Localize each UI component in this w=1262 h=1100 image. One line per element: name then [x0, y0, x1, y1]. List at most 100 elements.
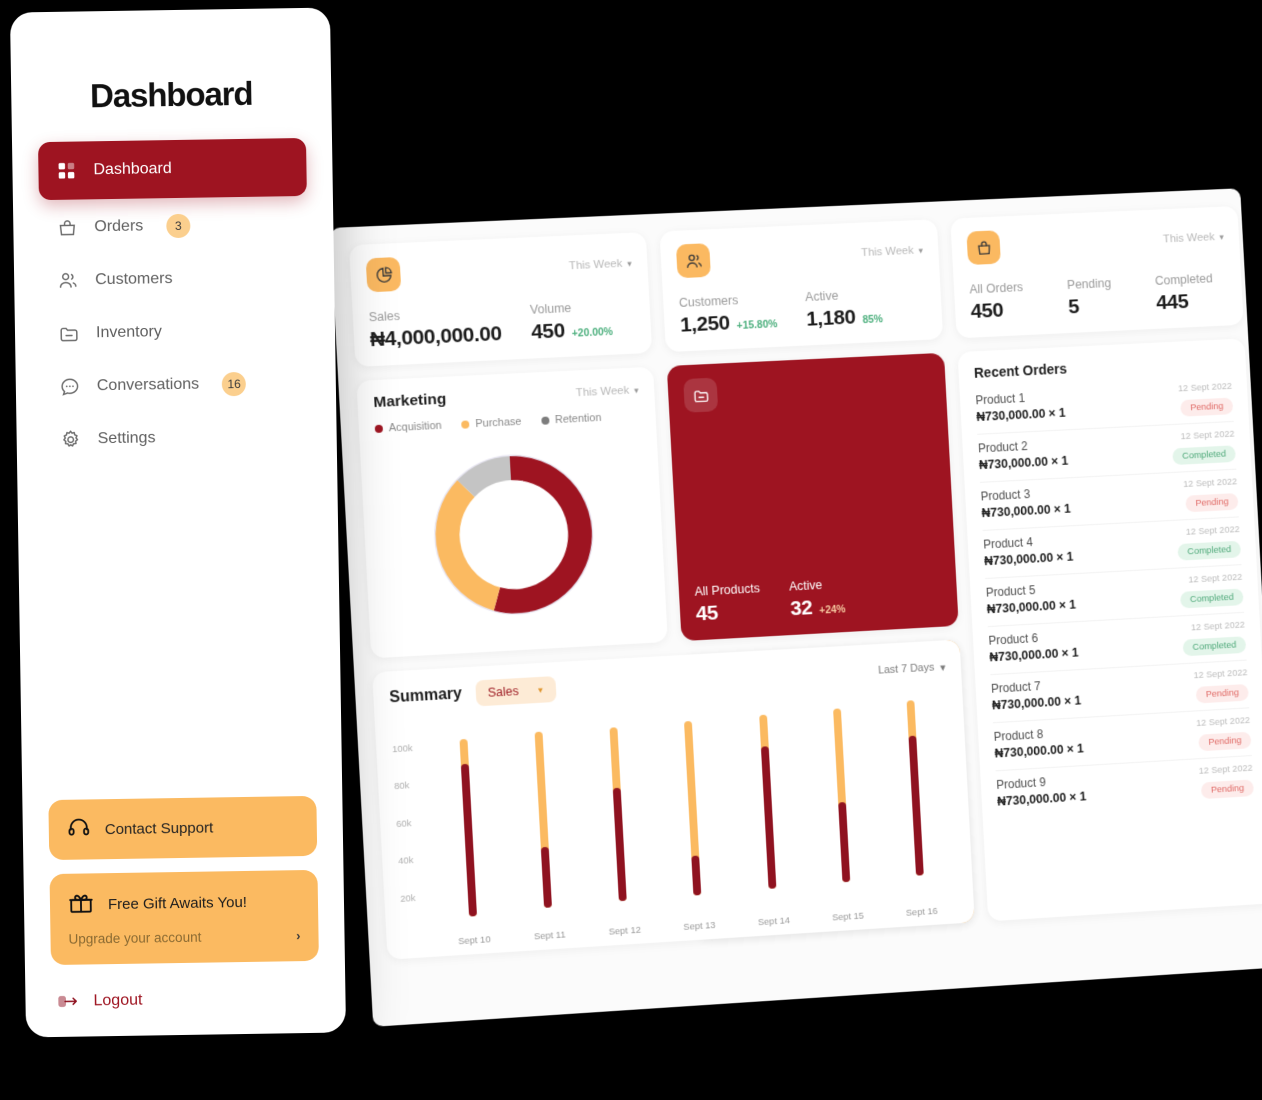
x-tick-label: Sept 14 [757, 915, 791, 929]
order-meta: 12 Sept 2022 Completed [1177, 524, 1242, 561]
sidebar-item-customers[interactable]: Customers [40, 252, 309, 306]
order-date: 12 Sept 2022 [1180, 428, 1235, 443]
all-products-value: 45 [695, 601, 719, 626]
order-meta: 12 Sept 2022 Pending [1196, 715, 1252, 752]
metric-pending-orders: Pending 5 [1066, 276, 1112, 319]
sidebar-item-conversations[interactable]: Conversations 16 [41, 358, 310, 412]
metric-completed-orders: Completed 445 [1154, 271, 1213, 315]
orders-period-label: This Week [1162, 231, 1215, 246]
chevron-down-icon: ▾ [939, 661, 946, 674]
order-product-name: Product 4 [982, 535, 1034, 552]
order-price: ₦730,000.00 × 1 [994, 741, 1085, 761]
sidebar-item-dashboard[interactable]: Dashboard [38, 137, 307, 201]
order-info: Product 4 ₦730,000.00 × 1 [983, 533, 1074, 568]
bar-group [425, 689, 959, 933]
orders-period-dropdown[interactable]: This Week ▾ [1163, 231, 1224, 245]
pie-chart-icon [365, 256, 402, 293]
summary-title: Summary [388, 685, 463, 707]
order-price: ₦730,000.00 × 1 [989, 645, 1079, 665]
status-badge: Completed [1182, 636, 1247, 657]
free-gift-subtitle: Upgrade your account [68, 929, 202, 947]
bar-value [613, 788, 628, 902]
status-badge: Completed [1180, 588, 1244, 609]
order-price: ₦730,000.00 × 1 [986, 597, 1077, 617]
order-meta: 12 Sept 2022 Completed [1182, 620, 1247, 657]
sidebar-item-label: Conversations [96, 375, 200, 395]
summary-period-dropdown[interactable]: Last 7 Days ▾ [878, 660, 946, 677]
metric-all-products: All Products 45 [694, 581, 761, 626]
status-badge: Pending [1180, 397, 1234, 417]
legend-item-retention: Retention [540, 411, 602, 427]
chevron-down-icon: ▼ [536, 685, 545, 695]
bag-icon [55, 216, 79, 240]
active-products-value: 32 [789, 596, 813, 621]
grid-icon [54, 159, 78, 183]
status-badge: Completed [1172, 445, 1236, 466]
summary-card: Summary Sales ▼ Last 7 Days ▾ 20k 40k 60k 8… [372, 639, 975, 960]
metric-active-customers: Active 1,180 85% [804, 288, 884, 331]
bar-value [460, 763, 478, 917]
sidebar-item-label: Dashboard [93, 160, 172, 179]
sales-card: This Week ▾ Sales ₦4,000,000.00 Volume 4… [348, 232, 653, 367]
bar-value [908, 735, 924, 876]
sidebar-item-label: Settings [97, 429, 156, 448]
logout-button[interactable]: Logout [51, 987, 319, 1013]
bar-column [575, 706, 661, 924]
screen: This Week ▾ Sales ₦4,000,000.00 Volume 4… [0, 0, 1262, 1100]
marketing-title: Marketing [372, 390, 447, 412]
customers-delta: +15.80% [736, 318, 778, 332]
order-product-name: Product 6 [988, 631, 1039, 648]
legend-label-acquisition: Acquisition [388, 419, 443, 435]
sidebar-item-settings[interactable]: Settings [42, 411, 311, 465]
customers-card: This Week ▾ Customers 1,250 +15.80% Acti… [659, 219, 944, 353]
logout-icon [57, 991, 79, 1013]
products-card: All Products 45 Active 32 +24% [666, 352, 959, 642]
sidebar-item-inventory[interactable]: Inventory [41, 305, 310, 359]
y-tick-label: 40k [397, 854, 414, 867]
volume-delta: +20.00% [571, 325, 614, 340]
order-product-name: Product 9 [995, 775, 1047, 792]
order-product-name: Product 2 [977, 439, 1028, 456]
page-title: Dashboard [89, 74, 253, 115]
summary-metric-select[interactable]: Sales ▼ [475, 676, 557, 707]
marketing-donut-chart [376, 436, 651, 644]
order-price: ₦730,000.00 × 1 [996, 789, 1087, 809]
customers-period-label: This Week [860, 244, 915, 260]
sales-period-dropdown[interactable]: This Week ▾ [569, 258, 632, 272]
y-tick-label: 80k [393, 780, 410, 793]
order-meta: 12 Sept 2022 Pending [1183, 476, 1239, 513]
sidebar-item-orders[interactable]: Orders 3 [39, 199, 308, 253]
order-meta: 12 Sept 2022 Pending [1178, 381, 1234, 417]
bar-column [725, 698, 811, 915]
metric-customers: Customers 1,250 +15.80% [678, 293, 778, 337]
free-gift-card[interactable]: Free Gift Awaits You! Upgrade your accou… [49, 869, 319, 966]
dashboard-main-panel: This Week ▾ Sales ₦4,000,000.00 Volume 4… [330, 188, 1262, 1027]
status-badge: Completed [1177, 540, 1242, 561]
legend-dot-purchase [461, 420, 470, 429]
y-tick-label: 60k [395, 817, 412, 830]
active-products-delta: +24% [818, 603, 846, 617]
x-tick-label: Sept 15 [831, 910, 865, 924]
marketing-period-dropdown[interactable]: This Week ▾ [576, 384, 639, 399]
status-badge: Pending [1198, 731, 1252, 752]
metric-all-orders: All Orders 450 [969, 280, 1024, 323]
customers-period-dropdown[interactable]: This Week ▾ [861, 244, 923, 259]
gear-icon [58, 427, 82, 451]
legend-label-retention: Retention [554, 411, 602, 427]
bar-column [650, 702, 736, 919]
folder-minus-icon [57, 322, 81, 346]
headset-icon [67, 815, 91, 843]
order-info: Product 7 ₦730,000.00 × 1 [991, 677, 1082, 712]
recent-orders-list: Product 1 ₦730,000.00 × 1 12 Sept 2022 Pend… [974, 374, 1255, 818]
sidebar-item-label: Customers [95, 270, 173, 289]
order-meta: 12 Sept 2022 Pending [1193, 667, 1249, 704]
x-tick-label: Sept 16 [905, 905, 938, 919]
order-price: ₦730,000.00 × 1 [976, 405, 1066, 424]
bar-column [799, 694, 884, 910]
bar-value [760, 745, 777, 889]
legend-item-acquisition: Acquisition [374, 419, 443, 435]
x-tick-label: Sept 10 [457, 934, 491, 948]
customers-value: 1,250 [679, 311, 731, 337]
contact-support-button[interactable]: Contact Support [48, 795, 318, 861]
folder-minus-icon [683, 377, 719, 413]
